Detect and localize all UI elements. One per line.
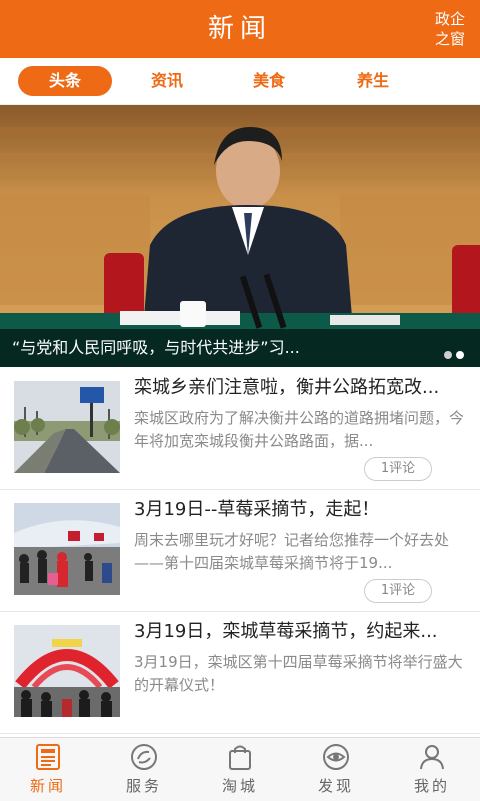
nav-label: 我的	[413, 777, 450, 795]
news-summary: 周末去哪里玩才好呢？记者给您推荐一个好去处——第十四届栾城草莓采摘节将于19..…	[134, 531, 450, 572]
news-title[interactable]: 3月19日--草莓采摘节，走起！	[134, 497, 470, 523]
nav-mine[interactable]: 我的	[384, 738, 480, 801]
corner-label-line1: 政企	[434, 10, 465, 28]
banner-caption: “与党和人民同呼吸，与时代共进步”习...	[12, 338, 300, 357]
discover-eye-icon	[323, 744, 349, 770]
news-list: 栾城乡亲们注意啦，衡井公路拓宽改... 栾城区政府为了解决衡井公路的道路拥堵问题…	[0, 367, 480, 737]
news-summary: 3月19日，栾城区第十四届草莓采摘节将举行盛大的开幕仪式！	[134, 653, 463, 694]
news-thumbnail-ceremony	[14, 625, 120, 717]
banner-caption-bar: “与党和人民同呼吸，与时代共进步”习...	[0, 329, 480, 367]
banner-photo	[0, 105, 480, 367]
newspaper-icon	[36, 744, 60, 770]
app-header: 新闻 政企 之窗	[0, 0, 480, 58]
tab-news-info[interactable]: 资讯	[120, 66, 214, 96]
category-tabs: 头条 资讯 美食 养生	[0, 58, 480, 105]
shopping-bag-icon	[229, 745, 251, 770]
nav-discover[interactable]: 发现	[288, 738, 384, 801]
bottom-navigation: 新闻 服务 淘城 发现 我的	[0, 737, 480, 801]
tab-health[interactable]: 养生	[326, 66, 420, 96]
news-item[interactable]: 3月19日，栾城草莓采摘节，约起来... 3月19日，栾城区第十四届草莓采摘节将…	[0, 611, 480, 734]
nav-shop[interactable]: 淘城	[192, 738, 288, 801]
news-item[interactable]: 3月19日--草莓采摘节，走起！ 周末去哪里玩才好呢？记者给您推荐一个好去处——…	[0, 489, 480, 612]
service-icon	[131, 744, 157, 770]
news-thumbnail-festival	[14, 503, 120, 595]
gov-enterprise-window-button[interactable]: 政企 之窗	[430, 9, 470, 49]
news-summary: 栾城区政府为了解决衡井公路的道路拥堵问题，今年将加宽栾城段衡井公路路面，据...	[134, 409, 465, 450]
nav-label: 发现	[317, 777, 354, 795]
news-title[interactable]: 3月19日，栾城草莓采摘节，约起来...	[134, 619, 470, 645]
pagination-dot[interactable]	[444, 351, 452, 359]
nav-label: 新闻	[29, 777, 66, 795]
corner-label-line2: 之窗	[434, 30, 465, 48]
tab-food[interactable]: 美食	[222, 66, 316, 96]
headline-banner[interactable]: “与党和人民同呼吸，与时代共进步”习...	[0, 105, 480, 367]
news-thumbnail-road	[14, 381, 120, 473]
nav-service[interactable]: 服务	[96, 738, 192, 801]
tab-headlines[interactable]: 头条	[18, 66, 112, 96]
page-title: 新闻	[207, 14, 272, 44]
banner-pagination	[440, 344, 464, 363]
nav-label: 服务	[125, 777, 162, 795]
nav-news[interactable]: 新闻	[0, 738, 96, 801]
comment-count-badge[interactable]: 1评论	[364, 457, 432, 481]
user-icon	[420, 745, 444, 770]
news-title[interactable]: 栾城乡亲们注意啦，衡井公路拓宽改...	[134, 375, 470, 401]
nav-label: 淘城	[221, 777, 258, 795]
pagination-dot-active[interactable]	[456, 351, 464, 359]
news-item[interactable]: 栾城乡亲们注意啦，衡井公路拓宽改... 栾城区政府为了解决衡井公路的道路拥堵问题…	[0, 367, 480, 490]
comment-count-badge[interactable]: 1评论	[364, 579, 432, 603]
